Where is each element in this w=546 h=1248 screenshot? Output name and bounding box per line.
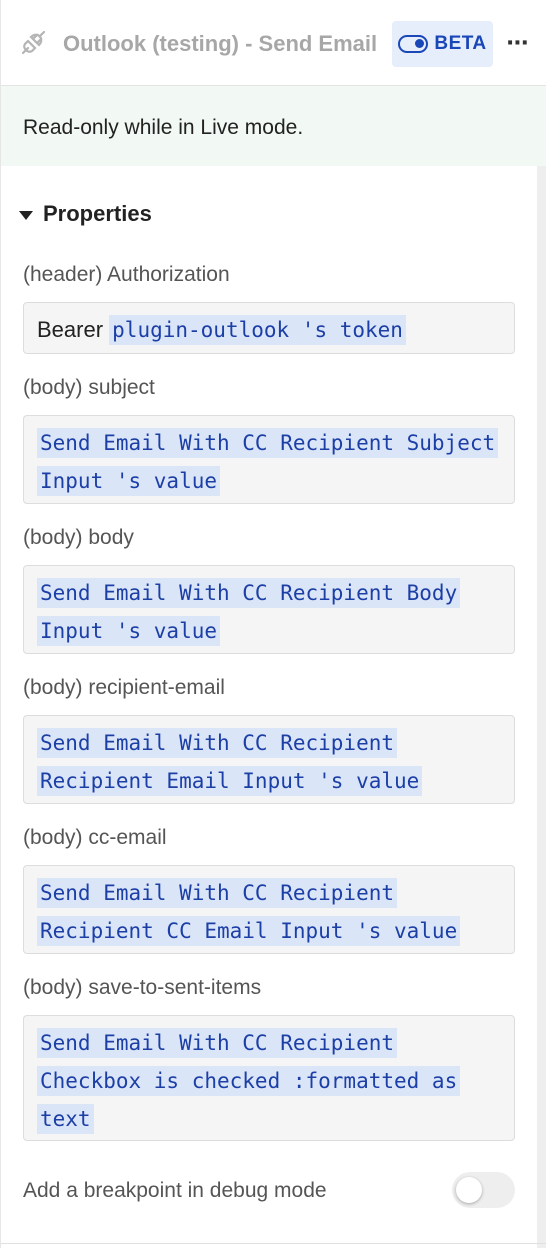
field-label-cc-email: (body) cc-email <box>23 826 167 849</box>
field-label-recipient-email: (body) recipient-email <box>23 676 225 699</box>
debug-breakpoint-label: Add a breakpoint in debug mode <box>23 1179 327 1202</box>
field-label-subject: (body) subject <box>23 376 155 399</box>
field-label-authorization: (header) Authorization <box>23 263 230 286</box>
recipient-email-field[interactable]: Send Email With CC Recipient Recipient E… <box>23 715 515 804</box>
expression-chip: Send Email With CC Recipient Recipient C… <box>37 878 461 946</box>
field-label-body: (body) body <box>23 526 134 549</box>
panel-header: Outlook (testing) - Send Email BETA ⋯ <box>1 0 546 86</box>
scrollbar[interactable] <box>537 166 546 1248</box>
debug-breakpoint-toggle[interactable] <box>452 1172 515 1208</box>
subject-field[interactable]: Send Email With CC Recipient Subject Inp… <box>23 415 515 504</box>
beta-label: BETA <box>434 33 487 54</box>
authorization-field[interactable]: Bearer plugin-outlook 's token <box>23 302 515 354</box>
field-label-save-to-sent-items: (body) save-to-sent-items <box>23 976 262 999</box>
panel-title: Outlook (testing) - Send Email <box>63 31 378 56</box>
expression-chip: Send Email With CC Recipient Checkbox is… <box>37 1028 461 1134</box>
toggle-icon <box>398 35 429 53</box>
toggle-knob <box>456 1177 482 1203</box>
more-options-icon[interactable]: ⋯ <box>501 30 535 58</box>
expression-chip: Send Email With CC Recipient Body Input … <box>37 578 461 646</box>
property-editor-panel: Outlook (testing) - Send Email BETA ⋯ Re… <box>0 0 546 1248</box>
beta-toggle-button[interactable]: BETA <box>392 21 493 67</box>
plug-disconnected-icon <box>19 29 47 57</box>
caret-down-icon <box>19 210 33 220</box>
cc-email-field[interactable]: Send Email With CC Recipient Recipient C… <box>23 865 515 954</box>
field-prefix: Bearer <box>37 317 110 342</box>
save-to-sent-items-field[interactable]: Send Email With CC Recipient Checkbox is… <box>23 1015 515 1141</box>
live-mode-text: Read-only while in Live mode. <box>23 116 304 139</box>
expression-chip: plugin-outlook 's token <box>109 315 406 345</box>
expression-chip: Send Email With CC Recipient Subject Inp… <box>37 428 499 496</box>
properties-section-toggle[interactable]: Properties <box>19 199 152 229</box>
expression-chip: Send Email With CC Recipient Recipient E… <box>37 728 423 796</box>
divider <box>1 1243 546 1244</box>
section-title: Properties <box>43 201 152 226</box>
body-field[interactable]: Send Email With CC Recipient Body Input … <box>23 565 515 654</box>
